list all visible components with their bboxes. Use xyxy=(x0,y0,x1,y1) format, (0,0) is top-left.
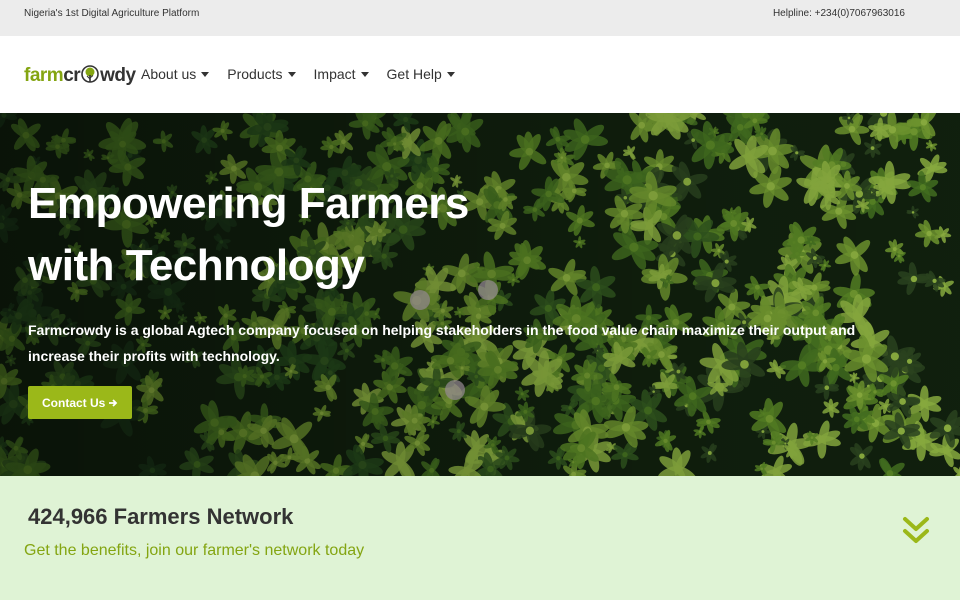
nav-item-products[interactable]: Products xyxy=(227,66,296,82)
nav-item-label: About us xyxy=(141,66,197,82)
nav-menu: About us Products Impact Get Help xyxy=(141,66,455,82)
top-bar: Nigeria's 1st Digital Agriculture Platfo… xyxy=(0,0,960,36)
nav-item-label: Products xyxy=(227,66,283,82)
hero-title-line2: with Technology xyxy=(28,241,365,290)
nav-item-get-help[interactable]: Get Help xyxy=(387,66,455,82)
contact-us-label: Contact Us xyxy=(42,395,106,410)
caret-down-icon xyxy=(360,71,369,77)
farmcrowdy-logo[interactable]: farm cr wdy xyxy=(24,62,136,90)
farmers-network-count: 424,966 Farmers Network xyxy=(28,504,294,529)
logo-text-cr: cr xyxy=(63,65,81,86)
caret-down-icon xyxy=(201,71,210,77)
tagline: Nigeria's 1st Digital Agriculture Platfo… xyxy=(24,8,200,19)
double-chevron-down-icon[interactable] xyxy=(902,516,930,546)
tree-icon xyxy=(81,65,99,83)
main-nav: farm cr wdy About us Products Impact Get … xyxy=(0,36,960,113)
arrow-right-icon xyxy=(109,398,118,407)
logo-text-wdy: wdy xyxy=(100,65,136,86)
helpline[interactable]: Helpline: +234(0)7067963016 xyxy=(773,8,905,19)
nav-item-impact[interactable]: Impact xyxy=(314,66,369,82)
hero-section: Empowering Farmers with Technology Farmc… xyxy=(0,113,960,476)
hero-title: Empowering Farmers with Technology xyxy=(28,173,628,297)
contact-us-button[interactable]: Contact Us xyxy=(28,386,133,419)
nav-item-about-us[interactable]: About us xyxy=(141,66,210,82)
hero-title-line1: Empowering Farmers xyxy=(28,179,469,228)
caret-down-icon xyxy=(287,71,296,77)
farmers-network-subtitle: Get the benefits, join our farmer's netw… xyxy=(24,542,365,559)
farmers-network-band: 424,966 Farmers Network Get the benefits… xyxy=(0,476,960,600)
nav-item-label: Impact xyxy=(313,66,356,82)
caret-down-icon xyxy=(446,71,455,77)
hero-description: Farmcrowdy is a global Agtech company fo… xyxy=(28,322,856,364)
nav-item-label: Get Help xyxy=(386,66,442,82)
logo-text-farm: farm xyxy=(24,65,64,86)
